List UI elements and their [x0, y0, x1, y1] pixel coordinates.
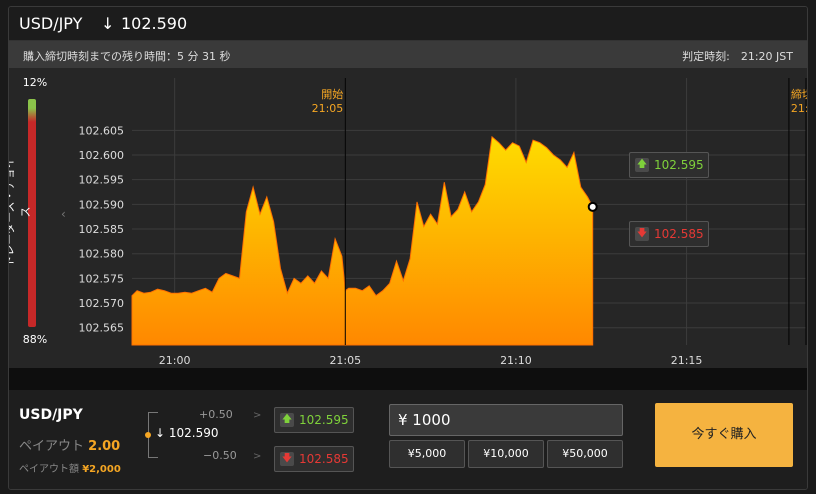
- y-tick-label: 102.605: [79, 124, 125, 137]
- judge-time: 判定時刻: 21:20 JST: [682, 50, 793, 63]
- amount-50000-button[interactable]: ¥50,000: [547, 440, 623, 468]
- start-time: 21:05: [312, 102, 344, 115]
- chevron-left-icon[interactable]: ‹: [61, 207, 66, 221]
- y-tick-label: 102.580: [79, 248, 125, 261]
- strike-dot: [145, 432, 151, 438]
- x-tick-label: 21:00: [159, 354, 191, 367]
- high-button[interactable]: 🡅 102.595: [274, 407, 354, 433]
- x-tick-label: 21:15: [671, 354, 703, 367]
- end-time: 21:18: [791, 102, 808, 115]
- y-tick-label: 102.585: [79, 223, 125, 236]
- end-label: 締切: [791, 87, 808, 101]
- y-tick-label: 102.570: [79, 297, 125, 310]
- payout: ペイアウト 2.00: [19, 439, 121, 454]
- y-tick-label: 102.595: [79, 174, 125, 187]
- current-strike: ↓ 102.590: [155, 426, 219, 440]
- strike-minus: −0.50: [203, 449, 237, 462]
- order-pair: USD/JPY: [19, 407, 83, 423]
- down-arrow-icon: 🡇: [280, 452, 294, 466]
- traders-choice-low-pct: 88%: [22, 333, 48, 346]
- strike-plus: +0.50: [199, 408, 233, 421]
- divider: [9, 368, 807, 390]
- y-tick-label: 102.600: [79, 149, 125, 162]
- amount-5000-button[interactable]: ¥5,000: [389, 440, 465, 468]
- buy-now-button[interactable]: 今すぐ購入: [655, 403, 793, 467]
- amount-10000-button[interactable]: ¥10,000: [468, 440, 544, 468]
- traders-choice: 12% トレーダーズ・チョイス 88%: [9, 68, 61, 368]
- up-arrow-icon: 🡅: [635, 158, 649, 172]
- y-tick-label: 102.565: [79, 322, 125, 335]
- header-pair: USD/JPY: [19, 14, 83, 33]
- up-arrow-icon: 🡅: [280, 413, 294, 427]
- down-arrow-icon: ↓: [101, 14, 115, 33]
- order-panel: USD/JPY ペイアウト 2.00 ペイアウト額 ¥2,000 ↓ 102.5…: [9, 390, 807, 489]
- chevron-right-icon: >: [253, 410, 262, 421]
- x-tick-label: 21:10: [500, 354, 532, 367]
- chart-up-price[interactable]: 🡅 102.595: [629, 152, 709, 178]
- header: USD/JPY ↓ 102.590: [9, 7, 807, 41]
- remaining-time: 購入締切時刻までの残り時間：5 分 31 秒: [23, 50, 231, 63]
- trading-panel: USD/JPY ↓ 102.590 購入締切時刻までの残り時間：5 分 31 秒…: [8, 6, 808, 490]
- chart-svg: 102.605 102.600 102.595 102.590 102.585 102.5…: [79, 78, 808, 367]
- price-chart: 102.605 102.600 102.595 102.590 102.585 102.5…: [69, 68, 808, 368]
- amount-input[interactable]: [389, 404, 623, 436]
- x-tick-label: 21:05: [329, 354, 361, 367]
- y-tick-label: 102.575: [79, 272, 125, 285]
- traders-choice-label: トレーダーズ・チョイス: [8, 157, 32, 267]
- chart-down-price[interactable]: 🡇 102.585: [629, 221, 709, 247]
- low-button[interactable]: 🡇 102.585: [274, 446, 354, 472]
- payout-amount: ペイアウト額 ¥2,000: [19, 464, 121, 475]
- down-arrow-icon: 🡇: [635, 227, 649, 241]
- traders-choice-high-pct: 12%: [22, 76, 48, 89]
- start-label: 開始: [321, 87, 343, 101]
- y-tick-label: 102.590: [79, 198, 125, 211]
- chevron-right-icon: >: [253, 451, 262, 462]
- info-bar: 購入締切時刻までの残り時間：5 分 31 秒 判定時刻: 21:20 JST: [9, 41, 807, 68]
- current-price-dot: [587, 201, 598, 212]
- header-price: 102.590: [121, 14, 188, 33]
- down-arrow-icon: ↓: [155, 426, 166, 440]
- price-area: [131, 135, 594, 346]
